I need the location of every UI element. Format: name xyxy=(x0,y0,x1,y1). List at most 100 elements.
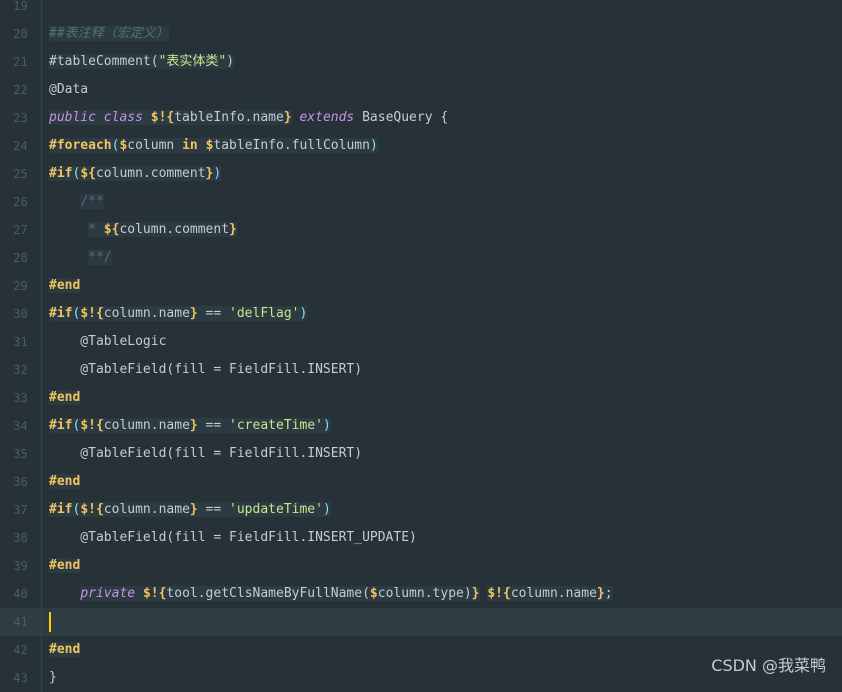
line-number: 20 xyxy=(0,20,42,48)
code-line[interactable]: 27 * ${column.comment} xyxy=(0,216,842,244)
code-token: * xyxy=(88,222,104,237)
line-number: 42 xyxy=(0,636,42,664)
code-token: column.name xyxy=(103,418,190,433)
code-content[interactable]: #if(${column.comment}) xyxy=(49,160,222,188)
current-code-line[interactable]: 41 xyxy=(0,608,842,636)
code-line[interactable]: 39 #end xyxy=(0,552,842,580)
code-line[interactable]: 40 private $!{tool.getClsNameByFullName(… xyxy=(0,580,842,608)
line-number: 21 xyxy=(0,48,42,76)
line-number: 41 xyxy=(0,608,42,636)
code-token: #if xyxy=(49,418,73,433)
code-token: #end xyxy=(49,390,81,405)
code-content[interactable]: /** xyxy=(49,188,104,216)
code-content[interactable]: #if($!{column.name} == 'delFlag') xyxy=(49,300,308,328)
code-line[interactable]: 19 xyxy=(0,0,842,20)
code-token: extends xyxy=(291,110,363,125)
code-content[interactable]: } xyxy=(49,664,57,692)
code-content[interactable]: @TableField(fill = FieldFill.INSERT) xyxy=(49,356,362,384)
line-number: 34 xyxy=(0,412,42,440)
code-token: tableInfo.name xyxy=(174,110,284,125)
code-token: ; xyxy=(604,586,613,601)
code-token: public class xyxy=(49,110,151,125)
line-number: 31 xyxy=(0,328,42,356)
line-number: 26 xyxy=(0,188,42,216)
code-line[interactable]: 34 #if($!{column.name} == 'createTime') xyxy=(0,412,842,440)
code-token: $!{ xyxy=(150,110,175,125)
code-token: **/ xyxy=(88,250,112,265)
code-line[interactable]: 21 #tableComment("表实体类") xyxy=(0,48,842,76)
code-token: == xyxy=(197,306,230,321)
code-content[interactable]: #end xyxy=(49,552,81,580)
code-editor[interactable]: 19 20 ##表注释（宏定义） 21 #tableComment("表实体类") 22 @… xyxy=(0,0,842,692)
code-token: ) xyxy=(322,502,331,517)
code-token: column.name xyxy=(103,502,190,517)
code-content[interactable]: @TableField(fill = FieldFill.INSERT_UPDA… xyxy=(49,524,417,552)
code-token: $!{ xyxy=(142,586,167,601)
code-line[interactable]: 24 #foreach($column in $tableInfo.fullCol… xyxy=(0,132,842,160)
line-number: 29 xyxy=(0,272,42,300)
code-token: #if xyxy=(49,166,73,181)
code-content[interactable]: @TableField(fill = FieldFill.INSERT) xyxy=(49,440,362,468)
code-token: @TableField(fill = FieldFill.INSERT_UPDA… xyxy=(49,530,417,545)
code-content[interactable]: private $!{tool.getClsNameByFullName($co… xyxy=(49,580,613,608)
code-token: } xyxy=(229,222,237,237)
code-line[interactable]: 31 @TableLogic xyxy=(0,328,842,356)
code-token: ) xyxy=(299,306,308,321)
code-content[interactable]: #if($!{column.name} == 'createTime') xyxy=(49,412,331,440)
code-content[interactable] xyxy=(49,608,51,636)
code-line[interactable]: 22 @Data xyxy=(0,76,842,104)
code-content[interactable]: @Data xyxy=(49,76,88,104)
code-token: } xyxy=(189,502,198,517)
code-content[interactable]: @TableLogic xyxy=(49,328,166,356)
code-token: private xyxy=(80,586,143,601)
code-token: #tableComment( xyxy=(49,54,159,69)
code-content[interactable]: public class $!{tableInfo.name} extends … xyxy=(49,104,448,132)
code-token: @TableField(fill = FieldFill.INSERT) xyxy=(49,446,363,461)
code-line[interactable]: 38 @TableField(fill = FieldFill.INSERT_U… xyxy=(0,524,842,552)
code-token: 'delFlag' xyxy=(229,306,300,321)
line-number: 30 xyxy=(0,300,42,328)
code-content[interactable]: #tableComment("表实体类") xyxy=(49,48,235,76)
code-content[interactable]: #end xyxy=(49,468,81,496)
code-line[interactable]: 28 **/ xyxy=(0,244,842,272)
text-caret xyxy=(49,611,51,632)
code-line[interactable]: 29 #end xyxy=(0,272,842,300)
code-token: tool.getClsNameByFullName( xyxy=(166,586,370,601)
line-number: 28 xyxy=(0,244,42,272)
code-token: == xyxy=(197,418,230,433)
code-token: "表实体类" xyxy=(158,54,227,69)
code-token: BaseQuery { xyxy=(362,110,449,125)
code-line[interactable]: 25 #if(${column.comment}) xyxy=(0,160,842,188)
code-content[interactable]: * ${column.comment} xyxy=(49,216,237,244)
code-token: } xyxy=(189,418,198,433)
code-token: ) xyxy=(369,138,378,153)
code-token: /** xyxy=(80,194,104,209)
code-content[interactable]: #end xyxy=(49,384,81,412)
code-token: } xyxy=(189,306,198,321)
code-token: column.name xyxy=(510,586,597,601)
code-line[interactable]: 33 #end xyxy=(0,384,842,412)
code-content[interactable]: #foreach($column in $tableInfo.fullColum… xyxy=(49,132,378,160)
line-number: 38 xyxy=(0,524,42,552)
code-line[interactable]: 32 @TableField(fill = FieldFill.INSERT) xyxy=(0,356,842,384)
code-line[interactable]: 26 /** xyxy=(0,188,842,216)
code-content[interactable]: ##表注释（宏定义） xyxy=(49,20,169,48)
code-content[interactable]: #if($!{column.name} == 'updateTime') xyxy=(49,496,331,524)
code-line[interactable]: 23 public class $!{tableInfo.name} extend… xyxy=(0,104,842,132)
csdn-watermark: CSDN @我菜鸭 xyxy=(711,656,826,675)
code-token: #foreach xyxy=(49,138,112,153)
code-token: } xyxy=(283,110,292,125)
code-content[interactable]: #end xyxy=(49,636,81,664)
code-token: ) xyxy=(226,54,235,69)
line-number: 33 xyxy=(0,384,42,412)
code-content[interactable]: **/ xyxy=(49,244,112,272)
code-line[interactable]: 30 #if($!{column.name} == 'delFlag') xyxy=(0,300,842,328)
code-line[interactable]: 37 #if($!{column.name} == 'updateTime') xyxy=(0,496,842,524)
code-line[interactable]: 20 ##表注释（宏定义） xyxy=(0,20,842,48)
code-token: ) xyxy=(322,418,331,433)
code-line[interactable]: 36 #end xyxy=(0,468,842,496)
line-number: 27 xyxy=(0,216,42,244)
code-content[interactable]: #end xyxy=(49,272,81,300)
code-line[interactable]: 35 @TableField(fill = FieldFill.INSERT) xyxy=(0,440,842,468)
code-token: $!{ xyxy=(80,502,104,517)
